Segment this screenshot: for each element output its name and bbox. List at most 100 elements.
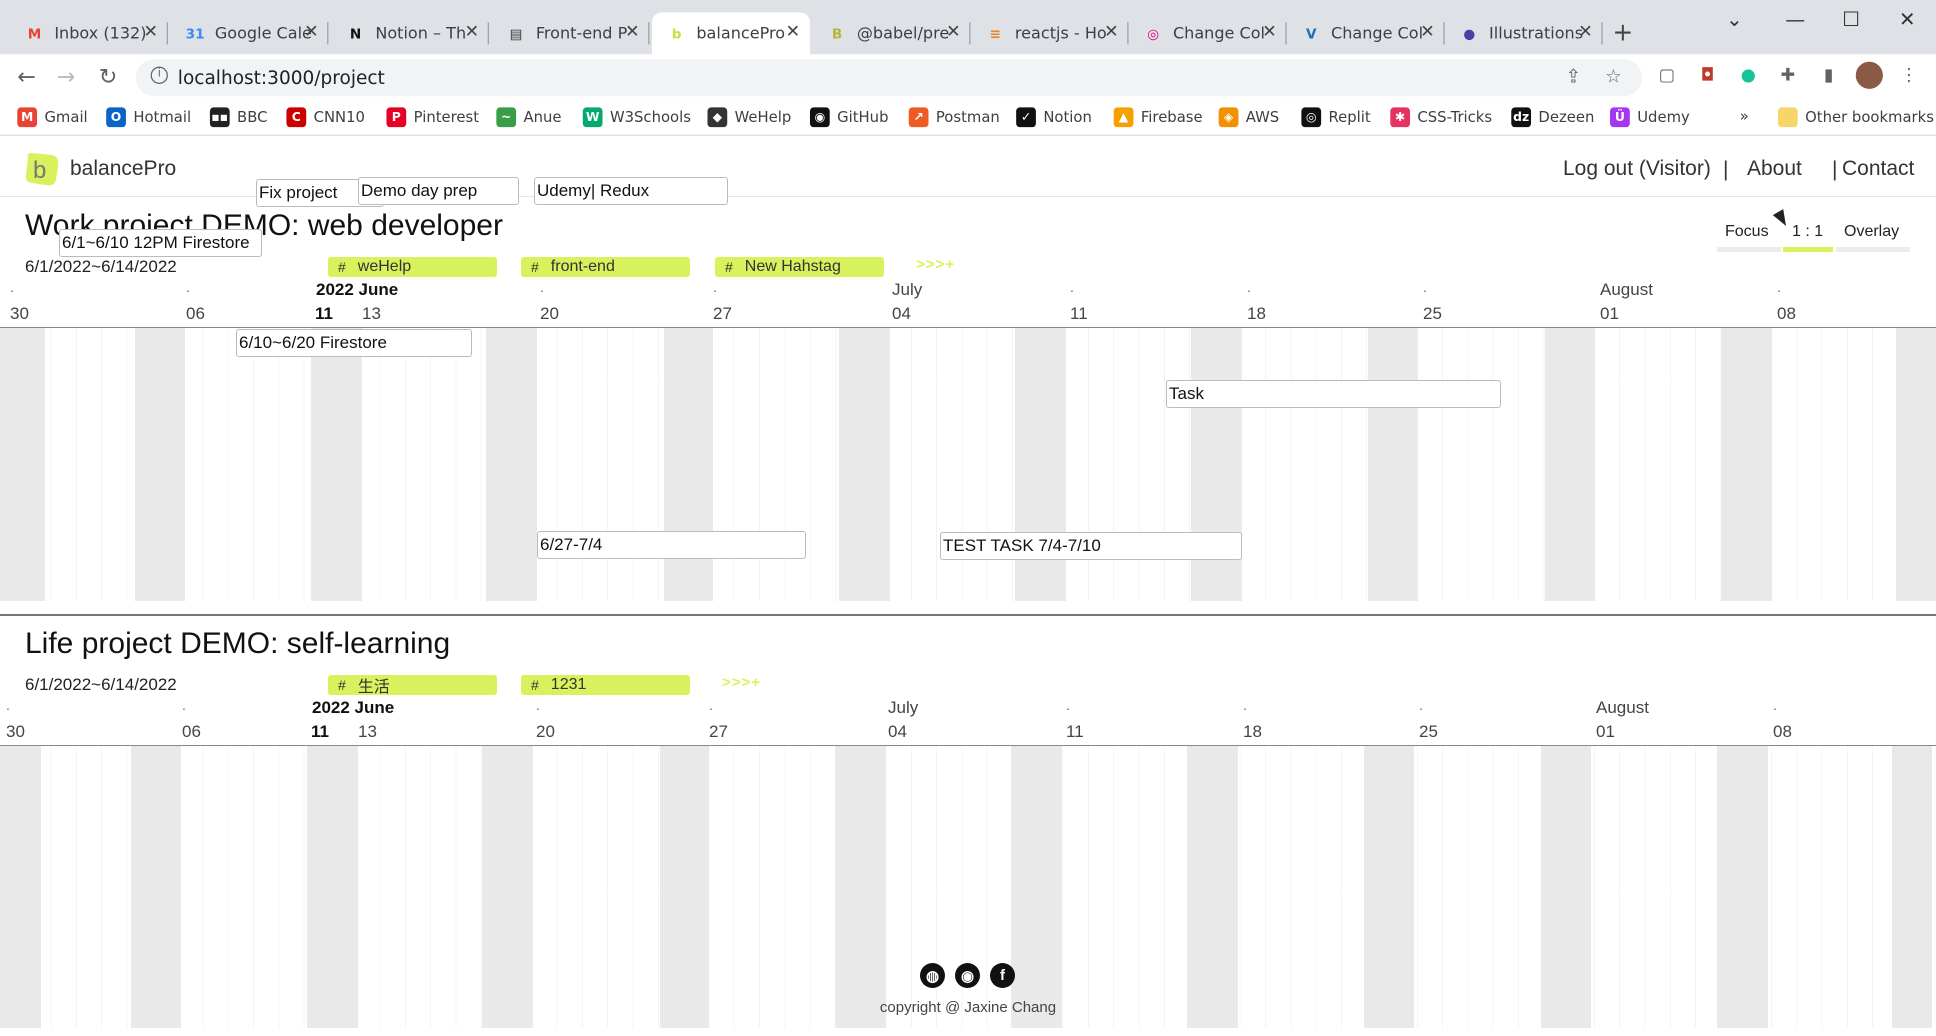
timeline-day-label: 01	[1596, 722, 1615, 741]
browser-tab[interactable]: ▤ Front-end P ✕	[491, 12, 650, 54]
reload-icon[interactable]: ↻	[99, 64, 118, 90]
anue-icon: ~	[496, 107, 517, 128]
tab-title: @babel/pre	[856, 24, 950, 43]
bookmark-w3schools[interactable]: W W3Schools	[582, 107, 691, 128]
balancepro-icon: b	[671, 25, 682, 42]
extension-pocket-icon[interactable]: ◘	[1696, 64, 1718, 86]
bookmark-replit[interactable]: ◎ Replit	[1301, 107, 1371, 128]
project-date-range: 6/1/2022~6/14/2022	[25, 675, 177, 694]
bookmark-label: Notion	[1043, 108, 1092, 126]
forward-icon[interactable]: →	[57, 64, 76, 90]
tab-separator	[487, 22, 489, 45]
tab-title: Google Cale	[214, 24, 312, 43]
browser-tab[interactable]: ≡ reactjs - Ho ✕	[970, 12, 1129, 54]
gmail-icon: M	[27, 25, 42, 42]
bookmark-label: GitHub	[837, 108, 889, 126]
udemy-icon: Ü	[1610, 107, 1630, 128]
maximize-icon[interactable]: ☐	[1842, 7, 1860, 30]
bookmark-pinterest[interactable]: P Pinterest	[386, 107, 480, 128]
extension-chat-icon[interactable]: ▢	[1656, 64, 1678, 86]
back-icon[interactable]: ←	[17, 64, 36, 90]
new-tab-button[interactable]: +	[1613, 17, 1634, 47]
browser-tab[interactable]: ◎ Change Col ✕	[1129, 12, 1287, 54]
timeline-year-month: 2022 June	[312, 698, 395, 717]
extensions-puzzle-icon[interactable]: ✚	[1777, 64, 1799, 86]
timeline-day-label: 06	[182, 722, 201, 741]
close-tab-icon[interactable]: ✕	[946, 22, 960, 42]
task-bar[interactable]: Udemy| Redux	[534, 177, 728, 205]
bookmark-udemy[interactable]: Ü Udemy	[1610, 107, 1690, 128]
profile-avatar[interactable]	[1855, 61, 1883, 89]
timeline-day-label: 13	[358, 722, 377, 741]
hashtag-chip[interactable]: # 生活	[328, 675, 497, 696]
browser-tab[interactable]: M Inbox (132) ✕	[10, 12, 168, 54]
task-bar[interactable]: Demo day prep	[358, 177, 519, 205]
hashtag-chip[interactable]: #1231	[521, 675, 690, 695]
bookmark-label: AWS	[1245, 108, 1280, 126]
grammarly-icon[interactable]: ●	[1737, 64, 1759, 86]
github-icon[interactable]: ◉	[955, 963, 980, 988]
timeline-day-label: 04	[888, 722, 907, 741]
bookmark-aws[interactable]: ◈ AWS	[1218, 107, 1280, 128]
other-bookmarks-label: Other bookmarks	[1805, 108, 1934, 126]
bookmark-gmail[interactable]: M Gmail	[17, 107, 88, 128]
bookmark-dezeen[interactable]: dz Dezeen	[1511, 107, 1594, 128]
bookmark-csstricks[interactable]: ✱ CSS-Tricks	[1390, 107, 1492, 128]
close-window-icon[interactable]: ✕	[1899, 7, 1916, 30]
website-globe-icon[interactable]: ◍	[920, 963, 945, 988]
bookmark-bbc[interactable]: ▪▪ BBC	[209, 107, 267, 128]
minimize-icon[interactable]: —	[1785, 7, 1805, 30]
replit-icon: ◎	[1301, 107, 1322, 128]
firebase-icon: ▲	[1113, 107, 1134, 128]
bookmark-cnn10[interactable]: C CNN10	[286, 107, 365, 128]
bookmark-firebase[interactable]: ▲ Firebase	[1113, 107, 1203, 128]
bookmark-hotmail[interactable]: O Hotmail	[106, 107, 191, 128]
url-text: localhost:3000/project	[177, 66, 385, 89]
facebook-icon[interactable]: f	[990, 963, 1015, 988]
tab-search-icon[interactable]: ⌄	[1726, 7, 1743, 30]
bookmark-label: Postman	[935, 108, 1000, 126]
bookmark-star-icon[interactable]: ☆	[1605, 65, 1622, 87]
close-tab-icon[interactable]: ✕	[144, 22, 158, 42]
other-bookmarks[interactable]: Other bookmarks	[1777, 107, 1934, 128]
bookmark-wehelp[interactable]: ◆ WeHelp	[707, 107, 791, 128]
app: b balancePro Log out (Visitor) | About |…	[0, 141, 1936, 1036]
calendar-icon: 31	[185, 25, 205, 42]
close-tab-icon[interactable]: ✕	[1262, 22, 1276, 42]
bookmark-label: Pinterest	[413, 108, 480, 126]
close-tab-icon[interactable]: ✕	[625, 22, 639, 42]
site-info-icon[interactable]: i	[150, 66, 168, 84]
close-tab-icon[interactable]: ✕	[1104, 22, 1118, 42]
share-icon[interactable]: ⇪	[1566, 65, 1582, 87]
timeline-day-label: 20	[536, 722, 555, 741]
copyright: copyright @ Jaxine Chang	[879, 999, 1057, 1016]
address-bar[interactable]: i localhost:3000/project ⇪ ☆	[135, 59, 1643, 97]
close-tab-icon[interactable]: ✕	[1578, 22, 1592, 42]
browser-tab[interactable]: B @babel/pre ✕	[812, 12, 971, 54]
close-tab-icon[interactable]: ✕	[1420, 22, 1434, 42]
wehelp-icon: ◆	[707, 107, 728, 128]
bookmark-anue[interactable]: ~ Anue	[496, 107, 562, 128]
browser-tab[interactable]: ● Illustrations ✕	[1445, 12, 1603, 54]
browser-tab[interactable]: b balancePro ✕	[651, 12, 810, 55]
bookmark-github[interactable]: ◉ GitHub	[809, 107, 889, 128]
outlook-icon: O	[106, 107, 126, 128]
close-tab-icon[interactable]: ✕	[786, 22, 800, 42]
close-tab-icon[interactable]: ✕	[304, 22, 318, 42]
chrome-menu-icon[interactable]: ⋮	[1898, 64, 1920, 86]
browser-tab[interactable]: V Change Col ✕	[1287, 12, 1445, 54]
bookmark-label: Udemy	[1637, 108, 1690, 126]
tab-title: Notion – Th	[375, 24, 467, 43]
hash-icon: #	[338, 677, 346, 693]
tab-title: balancePro	[696, 24, 786, 43]
browser-tab[interactable]: N Notion – Th ✕	[331, 12, 489, 54]
hashtag-label: 生活	[357, 679, 390, 696]
illustrations-icon: ●	[1463, 25, 1476, 42]
more-hashtags-button[interactable]: >>>+	[722, 674, 761, 691]
bookmark-postman[interactable]: ↗ Postman	[908, 107, 1000, 128]
more-bookmarks-icon[interactable]: »	[1740, 107, 1749, 124]
close-tab-icon[interactable]: ✕	[465, 22, 479, 42]
browser-tab[interactable]: 31 Google Cale ✕	[170, 12, 329, 54]
side-panel-icon[interactable]: ▮	[1817, 64, 1839, 86]
bookmark-notion[interactable]: ✓ Notion	[1016, 107, 1092, 128]
